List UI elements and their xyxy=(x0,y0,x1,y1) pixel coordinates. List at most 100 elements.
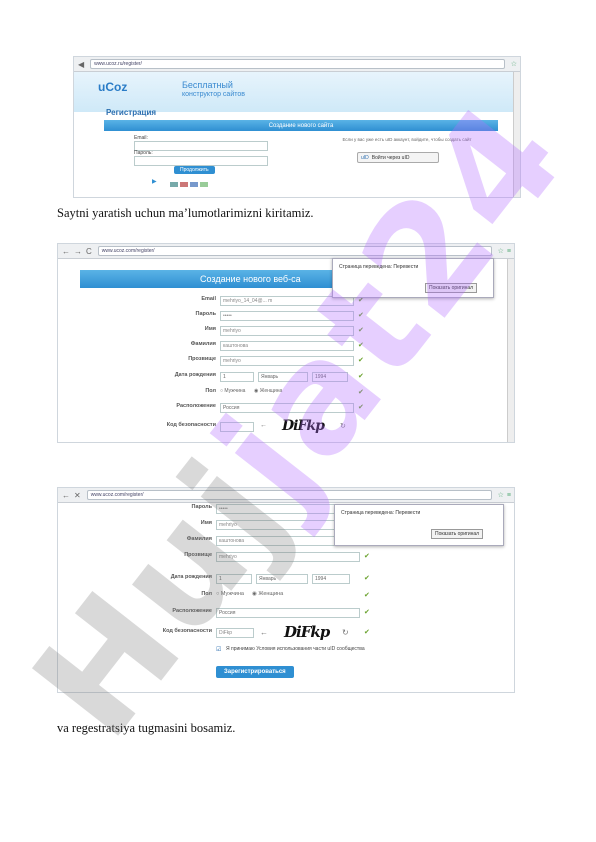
uid-icon: uID xyxy=(361,154,369,161)
arrow-left-icon: ← xyxy=(260,422,267,429)
nickname-label: Прозвище xyxy=(184,552,212,558)
email-field[interactable] xyxy=(134,141,268,151)
browser-toolbar: ← ✕ www.ucoz.com/register/ ☆ ≡ xyxy=(58,488,514,503)
screenshot-ucoz-register-3: ← ✕ www.ucoz.com/register/ ☆ ≡ Пароль ••… xyxy=(57,487,515,693)
banner-subtitle: конструктор сайтов xyxy=(182,91,245,98)
check-icon: ✔ xyxy=(358,342,364,349)
dob-year-select[interactable]: 1994 xyxy=(312,372,348,382)
star-icon[interactable]: ☆ xyxy=(498,247,504,255)
sex-male-radio[interactable]: ○ Мужчина xyxy=(216,591,244,597)
password-field[interactable]: ••••• xyxy=(220,311,354,321)
stop-icon[interactable]: ✕ xyxy=(74,491,81,500)
security-code-field[interactable] xyxy=(220,422,254,432)
dob-month-select[interactable]: Январь xyxy=(256,574,308,584)
show-original-button[interactable]: Показать оригинал xyxy=(431,529,484,539)
play-icon: ▶ xyxy=(152,179,157,185)
browser-toolbar: ◀ www.ucoz.ru/register/ ☆ xyxy=(74,57,520,72)
first-name-label: Имя xyxy=(200,520,212,526)
location-select[interactable]: Россия xyxy=(220,403,354,413)
show-original-button[interactable]: Показать оригинал xyxy=(425,283,478,293)
menu-icon[interactable]: ≡ xyxy=(507,248,511,255)
star-icon[interactable]: ☆ xyxy=(498,491,504,499)
security-code-label: Код безопасности xyxy=(166,422,216,428)
check-icon: ✔ xyxy=(364,592,370,599)
forward-icon[interactable]: → xyxy=(74,247,82,256)
check-icon: ✔ xyxy=(358,312,364,319)
captcha-image: DiFkp xyxy=(282,418,325,434)
scrollbar[interactable] xyxy=(507,259,514,442)
security-code-label: Код безопасности xyxy=(162,628,212,634)
document-page: ◀ www.ucoz.ru/register/ ☆ uCoz Бесплатны… xyxy=(0,0,596,842)
check-icon: ✔ xyxy=(364,629,370,636)
sex-female-radio[interactable]: ◉ Женщина xyxy=(252,591,283,597)
terms-text: Я принимаю Условия использования части u… xyxy=(226,646,365,652)
password-field[interactable] xyxy=(134,156,268,166)
captcha-image: DiFkp xyxy=(284,623,330,641)
address-bar[interactable]: www.ucoz.com/register/ xyxy=(97,246,492,256)
nickname-field[interactable]: mehriyo xyxy=(216,552,360,562)
sex-male-radio[interactable]: ○ Мужчина xyxy=(220,388,245,394)
first-name-label: Имя xyxy=(204,326,216,332)
last-name-label: Фамилия xyxy=(190,341,216,347)
location-select[interactable]: Россия xyxy=(216,608,360,618)
translate-popup: Страница переведена: Перевести Показать … xyxy=(332,258,494,298)
first-name-field[interactable]: mehriyo xyxy=(220,326,354,336)
social-icons xyxy=(170,182,208,187)
dob-label: Дата рождения xyxy=(170,574,212,580)
register-button[interactable]: Зарегистрироваться xyxy=(216,666,294,678)
check-icon: ✔ xyxy=(358,357,364,364)
refresh-captcha-icon[interactable]: ↻ xyxy=(342,628,349,637)
translate-popup: Страница переведена: Перевести Показать … xyxy=(334,504,504,546)
email-label: Email xyxy=(201,296,216,302)
check-icon: ✔ xyxy=(364,609,370,616)
sex-female-radio[interactable]: ◉ Женщина xyxy=(254,388,282,394)
last-name-label: Фамилия xyxy=(186,536,212,542)
continue-button[interactable]: Продолжить xyxy=(174,166,215,174)
screenshot-ucoz-register-2: ← → C www.ucoz.com/register/ ☆ ≡ Создани… xyxy=(57,243,515,443)
password-label: Пароль xyxy=(195,311,216,317)
uid-info: Если у вас уже есть uID аккаунт, войдите… xyxy=(342,137,472,142)
section-banner: Создание нового сайта xyxy=(104,120,498,131)
check-icon: ✔ xyxy=(364,575,370,582)
page-heading: Регистрация xyxy=(106,108,157,117)
screenshot-ucoz-register-1: ◀ www.ucoz.ru/register/ ☆ uCoz Бесплатны… xyxy=(73,56,521,198)
scrollbar[interactable] xyxy=(513,72,520,197)
dob-year-select[interactable]: 1994 xyxy=(312,574,350,584)
caption-first: Saytni yaratish uchun ma’lumotlarimizni … xyxy=(57,206,314,220)
caption-second: va regestratsiya tugmasini bosamiz. xyxy=(57,721,236,735)
refresh-captcha-icon[interactable]: ↻ xyxy=(340,422,346,430)
ucoz-logo[interactable]: uCoz xyxy=(98,80,127,94)
back-icon[interactable]: ← xyxy=(62,247,70,256)
menu-icon[interactable]: ≡ xyxy=(507,492,511,499)
dob-label: Дата рождения xyxy=(174,372,216,378)
check-icon: ✔ xyxy=(358,327,364,334)
location-label: Расположение xyxy=(176,403,216,409)
back-icon[interactable]: ◀ xyxy=(78,60,84,69)
ucoz-header: uCoz Бесплатный конструктор сайтов xyxy=(74,72,520,112)
address-bar[interactable]: www.ucoz.ru/register/ xyxy=(90,59,505,69)
back-icon[interactable]: ← xyxy=(62,491,70,500)
terms-checkbox[interactable]: ☑ xyxy=(216,646,221,653)
check-icon: ✔ xyxy=(358,373,364,380)
star-icon[interactable]: ☆ xyxy=(511,60,517,68)
registration-form: Email mehriyo_14_04@... m ✔ Пароль •••••… xyxy=(58,290,514,442)
sex-label: Пол xyxy=(201,591,212,597)
sex-label: Пол xyxy=(205,388,216,394)
reload-icon[interactable]: C xyxy=(86,247,92,256)
check-icon: ✔ xyxy=(358,404,364,411)
security-code-field[interactable]: DiFkp xyxy=(216,628,254,638)
uid-login-button[interactable]: uID Войти через uID xyxy=(357,152,439,163)
password-label: Пароль xyxy=(191,504,212,510)
nickname-label: Прозвище xyxy=(188,356,216,362)
address-bar[interactable]: www.ucoz.com/register/ xyxy=(86,490,492,500)
location-label: Расположение xyxy=(172,608,212,614)
last-name-field[interactable]: каштонова xyxy=(220,341,354,351)
dob-month-select[interactable]: Январь xyxy=(258,372,308,382)
check-icon: ✔ xyxy=(358,389,364,396)
dob-day-select[interactable]: 1 xyxy=(216,574,252,584)
browser-toolbar: ← → C www.ucoz.com/register/ ☆ ≡ xyxy=(58,244,514,259)
arrow-left-icon: ← xyxy=(260,628,268,637)
check-icon: ✔ xyxy=(364,553,370,560)
dob-day-select[interactable]: 1 xyxy=(220,372,254,382)
nickname-field[interactable]: mehriyo xyxy=(220,356,354,366)
